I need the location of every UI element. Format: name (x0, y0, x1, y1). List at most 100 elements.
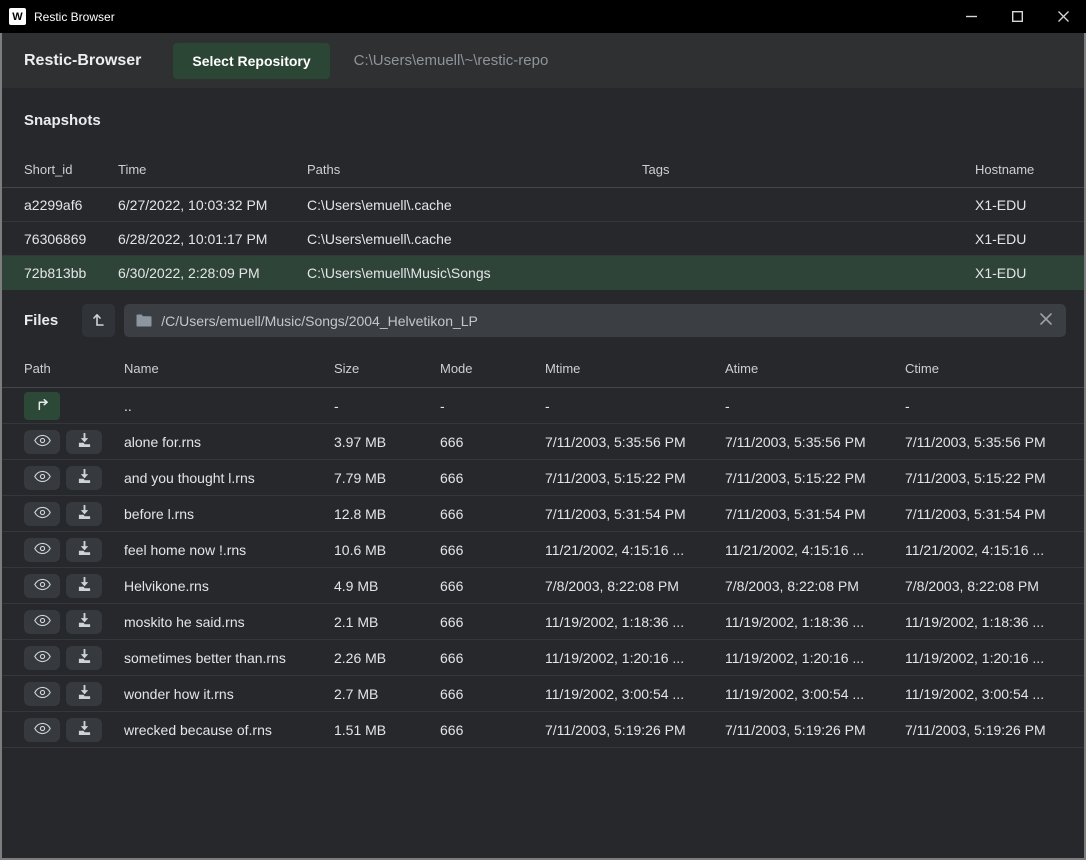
wails-logo-icon: W (9, 8, 26, 25)
download-file-button[interactable] (66, 502, 102, 526)
download-file-button[interactable] (66, 682, 102, 706)
eye-icon (34, 686, 51, 702)
preview-file-button[interactable] (24, 610, 60, 634)
file-atime: - (725, 398, 905, 414)
file-ctime: 7/11/2003, 5:19:26 PM (905, 722, 1064, 738)
preview-file-button[interactable] (24, 466, 60, 490)
file-row[interactable]: sometimes better than.rns 2.26 MB 666 11… (2, 640, 1084, 676)
snapshot-short-id: 76306869 (24, 231, 118, 247)
file-row-actions (24, 502, 124, 526)
preview-file-button[interactable] (24, 646, 60, 670)
file-row[interactable]: and you thought l.rns 7.79 MB 666 7/11/2… (2, 460, 1084, 496)
snapshots-title: Snapshots (24, 112, 101, 129)
download-file-button[interactable] (66, 610, 102, 634)
minimize-button[interactable] (948, 0, 994, 33)
file-row[interactable]: before l.rns 12.8 MB 666 7/11/2003, 5:31… (2, 496, 1084, 532)
snapshot-hostname: X1-EDU (975, 265, 1064, 281)
file-ctime: 11/19/2002, 3:00:54 ... (905, 686, 1064, 702)
go-up-level-button[interactable] (82, 304, 115, 337)
download-file-button[interactable] (66, 538, 102, 562)
download-file-button[interactable] (66, 466, 102, 490)
download-icon (77, 433, 92, 450)
preview-file-button[interactable] (24, 430, 60, 454)
files-table-header: Path Name Size Mode Mtime Atime Ctime (2, 350, 1084, 388)
col-tags: Tags (642, 162, 975, 177)
up-directory-button[interactable] (24, 392, 60, 420)
file-mtime: 11/19/2002, 3:00:54 ... (545, 686, 725, 702)
preview-file-button[interactable] (24, 538, 60, 562)
file-ctime: 11/19/2002, 1:20:16 ... (905, 650, 1064, 666)
file-row-actions (24, 718, 124, 742)
file-mode: 666 (440, 470, 545, 486)
preview-file-button[interactable] (24, 502, 60, 526)
file-size: 2.1 MB (334, 614, 440, 630)
snapshot-row[interactable]: a2299af6 6/27/2022, 10:03:32 PM C:\Users… (2, 188, 1084, 222)
snapshot-paths: C:\Users\emuell\.cache (307, 197, 642, 213)
files-section-header: Files /C/Users/emuell/Music/Songs/2004_H… (2, 290, 1084, 350)
file-actions (24, 610, 124, 634)
file-atime: 7/11/2003, 5:31:54 PM (725, 506, 905, 522)
download-icon (77, 577, 92, 594)
clear-path-button[interactable] (1038, 311, 1054, 330)
file-name: feel home now !.rns (124, 542, 334, 558)
preview-file-button[interactable] (24, 718, 60, 742)
current-path-text: /C/Users/emuell/Music/Songs/2004_Helveti… (161, 313, 1038, 329)
file-row[interactable]: moskito he said.rns 2.1 MB 666 11/19/200… (2, 604, 1084, 640)
snapshot-time: 6/27/2022, 10:03:32 PM (118, 197, 307, 213)
file-row[interactable]: wonder how it.rns 2.7 MB 666 11/19/2002,… (2, 676, 1084, 712)
snapshots-table-body: a2299af6 6/27/2022, 10:03:32 PM C:\Users… (2, 188, 1084, 290)
eye-icon (34, 434, 51, 450)
file-ctime: 11/19/2002, 1:18:36 ... (905, 614, 1064, 630)
eye-icon (34, 722, 51, 738)
file-atime: 7/8/2003, 8:22:08 PM (725, 578, 905, 594)
download-icon (77, 541, 92, 558)
maximize-icon (1012, 11, 1023, 22)
snapshot-row[interactable]: 72b813bb 6/30/2022, 2:28:09 PM C:\Users\… (2, 256, 1084, 290)
snapshots-table-header: Short_id Time Paths Tags Hostname (2, 152, 1084, 188)
file-row[interactable]: wrecked because of.rns 1.51 MB 666 7/11/… (2, 712, 1084, 748)
file-name: and you thought l.rns (124, 470, 334, 486)
col-paths: Paths (307, 162, 642, 177)
clear-icon (1040, 313, 1052, 328)
file-row[interactable]: feel home now !.rns 10.6 MB 666 11/21/20… (2, 532, 1084, 568)
preview-file-button[interactable] (24, 574, 60, 598)
file-mtime: 11/19/2002, 1:20:16 ... (545, 650, 725, 666)
col-mode: Mode (440, 361, 545, 376)
file-actions (24, 430, 124, 454)
file-row[interactable]: alone for.rns 3.97 MB 666 7/11/2003, 5:3… (2, 424, 1084, 460)
file-actions (24, 682, 124, 706)
snapshot-row[interactable]: 76306869 6/28/2022, 10:01:17 PM C:\Users… (2, 222, 1084, 256)
file-row[interactable]: Helvikone.rns 4.9 MB 666 7/8/2003, 8:22:… (2, 568, 1084, 604)
file-name: .. (124, 398, 334, 414)
eye-icon (34, 614, 51, 630)
file-mode: 666 (440, 614, 545, 630)
download-file-button[interactable] (66, 646, 102, 670)
files-table-body: .. - - - - - (2, 388, 1084, 748)
download-file-button[interactable] (66, 430, 102, 454)
select-repository-button[interactable]: Select Repository (173, 43, 329, 79)
maximize-button[interactable] (994, 0, 1040, 33)
current-path-bar[interactable]: /C/Users/emuell/Music/Songs/2004_Helveti… (124, 304, 1066, 337)
file-name: alone for.rns (124, 434, 334, 450)
download-icon (77, 505, 92, 522)
file-mtime: 7/11/2003, 5:15:22 PM (545, 470, 725, 486)
preview-file-button[interactable] (24, 682, 60, 706)
file-atime: 7/11/2003, 5:35:56 PM (725, 434, 905, 450)
file-mtime: 11/21/2002, 4:15:16 ... (545, 542, 725, 558)
file-size: 3.97 MB (334, 434, 440, 450)
file-name: sometimes better than.rns (124, 650, 334, 666)
snapshot-time: 6/30/2022, 2:28:09 PM (118, 265, 307, 281)
snapshot-paths: C:\Users\emuell\Music\Songs (307, 265, 642, 281)
file-row[interactable]: .. - - - - - (2, 388, 1084, 424)
download-file-button[interactable] (66, 574, 102, 598)
file-size: 10.6 MB (334, 542, 440, 558)
snapshot-paths: C:\Users\emuell\.cache (307, 231, 642, 247)
file-row-actions (24, 392, 124, 420)
col-name: Name (124, 361, 334, 376)
file-mode: 666 (440, 650, 545, 666)
col-short-id: Short_id (24, 162, 118, 177)
file-row-actions (24, 682, 124, 706)
download-file-button[interactable] (66, 718, 102, 742)
file-name: wrecked because of.rns (124, 722, 334, 738)
close-button[interactable] (1040, 0, 1086, 33)
